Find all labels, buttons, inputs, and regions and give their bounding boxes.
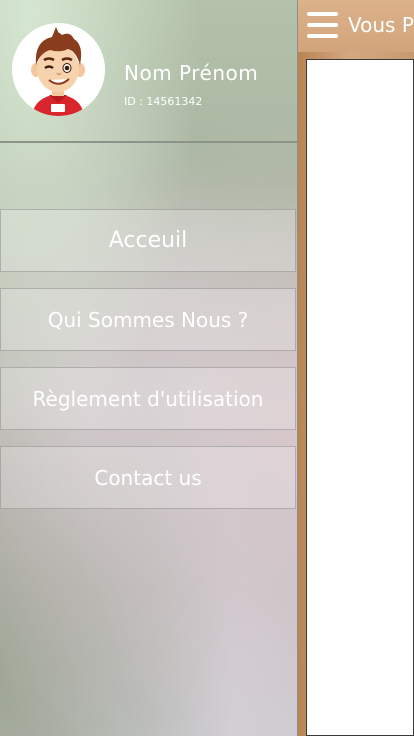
app-screen: Vous P Nom Prénom ID: 14561342 Acceuil … — [0, 0, 414, 736]
menu-item-acceuil[interactable]: Acceuil — [0, 209, 296, 272]
menu-item-qui-sommes-nous[interactable]: Qui Sommes Nous ? — [0, 288, 296, 351]
profile-name: Nom Prénom — [124, 61, 259, 85]
menu-item-label: Acceuil — [108, 228, 188, 253]
top-app-bar: Vous P — [298, 0, 414, 52]
avatar[interactable] — [12, 23, 105, 116]
profile-id: ID : 14561342 — [124, 95, 203, 108]
menu-item-label: Contact us — [94, 465, 202, 490]
avatar-cartoon-icon — [31, 27, 85, 116]
page-title: Vous P — [348, 13, 414, 37]
menu-item-contact-us[interactable]: Contact us — [0, 446, 296, 509]
hamburger-icon[interactable] — [307, 12, 338, 38]
navigation-drawer: Nom Prénom ID : 14561342 Acceuil Qui Som… — [0, 0, 298, 736]
menu-item-reglement[interactable]: Règlement d'utilisation — [0, 367, 296, 430]
menu-item-label: Règlement d'utilisation — [32, 386, 264, 411]
drawer-header: Nom Prénom ID : 14561342 — [0, 0, 297, 143]
page-content-area[interactable] — [306, 59, 414, 736]
menu-item-label: Qui Sommes Nous ? — [47, 307, 249, 332]
